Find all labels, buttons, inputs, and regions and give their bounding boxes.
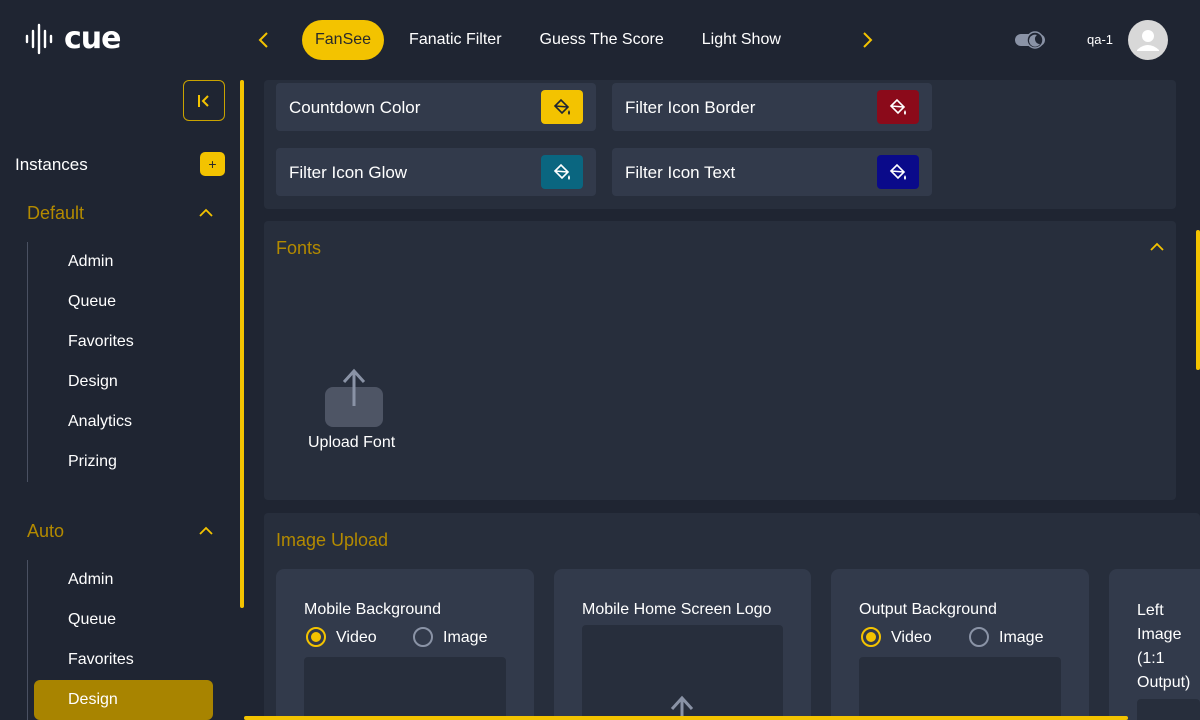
instances-label: Instances — [15, 155, 88, 174]
color-label: Filter Icon Border — [625, 98, 756, 117]
logo-text: cue — [64, 21, 121, 56]
sidebar: Instances + Default Admin Queue Favorite… — [0, 80, 240, 720]
color-label: Countdown Color — [289, 98, 421, 117]
collapse-sidebar-button[interactable] — [183, 80, 225, 121]
upload-dropzone[interactable] — [304, 657, 506, 720]
radio-label-video: Video — [336, 629, 377, 646]
color-label: Filter Icon Glow — [289, 163, 408, 182]
sidebar-item-admin[interactable]: Admin — [68, 253, 113, 271]
radio-image[interactable] — [413, 627, 433, 647]
tab-guess-the-score[interactable]: Guess The Score — [527, 20, 677, 60]
main-vertical-scrollbar[interactable] — [1196, 230, 1200, 370]
sidebar-item-prizing[interactable]: Prizing — [68, 453, 117, 471]
soundwave-icon — [25, 23, 53, 55]
radio-label-image: Image — [999, 629, 1044, 646]
color-picker-button[interactable] — [877, 90, 919, 124]
sidebar-item-favorites[interactable]: Favorites — [68, 333, 134, 351]
fonts-section-title: Fonts — [276, 238, 322, 258]
color-row-filter-icon-glow: Filter Icon Glow — [276, 148, 596, 196]
radio-label-video: Video — [891, 629, 932, 646]
upload-card-left-image: Left Image (1:1 Output) — [1109, 569, 1200, 720]
tab-light-show[interactable]: Light Show — [689, 20, 794, 60]
chevron-left-icon[interactable] — [252, 28, 276, 52]
sidebar-item-admin[interactable]: Admin — [68, 571, 113, 589]
chevron-right-icon[interactable] — [855, 28, 879, 52]
sidebar-item-queue[interactable]: Queue — [68, 611, 116, 629]
paint-bucket-icon — [553, 98, 570, 115]
group-divider — [27, 242, 28, 482]
color-row-filter-icon-text: Filter Icon Text — [612, 148, 932, 196]
sidebar-item-design[interactable]: Design — [68, 373, 118, 391]
radio-video[interactable] — [861, 627, 881, 647]
radio-image[interactable] — [969, 627, 989, 647]
sidebar-item-favorites[interactable]: Favorites — [68, 651, 134, 669]
fonts-panel — [264, 221, 1176, 500]
color-picker-button[interactable] — [877, 155, 919, 189]
colors-panel: Countdown Color Filter Icon Border Filte… — [264, 80, 1176, 209]
image-upload-section-title: Image Upload — [276, 530, 389, 550]
avatar[interactable] — [1128, 20, 1168, 60]
card-title: Mobile Background — [304, 601, 441, 618]
group-title-auto[interactable]: Auto — [27, 521, 64, 542]
radio-label-image: Image — [443, 629, 488, 646]
upload-card-output-background: Output Background Video Image — [831, 569, 1089, 720]
upload-card-mobile-background: Mobile Background Video Image — [276, 569, 534, 720]
upload-arrow-icon — [342, 368, 366, 406]
tab-fanatic-filter[interactable]: Fanatic Filter — [396, 20, 514, 60]
sidebar-scrollbar[interactable] — [240, 80, 244, 608]
sidebar-item-analytics[interactable]: Analytics — [68, 413, 132, 431]
card-title: Mobile Home Screen Logo — [582, 601, 772, 618]
add-instance-button[interactable]: + — [200, 152, 225, 176]
upload-dropzone[interactable] — [859, 657, 1061, 720]
logo[interactable]: cue — [24, 22, 121, 56]
color-picker-button[interactable] — [541, 155, 583, 189]
tab-bar: FanSee Fanatic Filter Guess The Score Li… — [302, 20, 806, 60]
chevron-up-icon[interactable] — [198, 205, 214, 221]
card-title-line: Output) — [1137, 674, 1191, 691]
sidebar-item-design-active[interactable] — [34, 680, 213, 720]
card-title-line: Image — [1137, 626, 1182, 643]
paint-bucket-icon — [889, 98, 906, 115]
color-label: Filter Icon Text — [625, 163, 736, 182]
user-name[interactable]: qa-1 — [1087, 32, 1113, 47]
user-icon — [1137, 30, 1159, 51]
tab-fansee[interactable]: FanSee — [302, 20, 385, 60]
color-row-countdown: Countdown Color — [276, 83, 596, 131]
main-horizontal-scrollbar[interactable] — [244, 716, 1128, 720]
card-title: Left Image (1:1 Output) — [1137, 599, 1190, 695]
paint-bucket-icon — [553, 163, 570, 180]
theme-toggle[interactable] — [1014, 30, 1046, 50]
card-title-line: (1:1 — [1137, 650, 1165, 667]
chevron-up-icon[interactable] — [1149, 239, 1165, 255]
radio-video[interactable] — [306, 627, 326, 647]
card-title: Output Background — [859, 601, 997, 618]
card-title-line: Left — [1137, 602, 1164, 619]
top-bar: cue FanSee Fanatic Filter Guess The Scor… — [0, 0, 1200, 80]
collapse-left-icon — [198, 94, 209, 107]
upload-card-mobile-home-screen-logo: Mobile Home Screen Logo — [554, 569, 811, 720]
paint-bucket-icon — [889, 163, 906, 180]
sidebar-item-queue[interactable]: Queue — [68, 293, 116, 311]
upload-dropzone[interactable] — [1137, 699, 1200, 720]
chevron-up-icon[interactable] — [198, 523, 214, 539]
group-title-default[interactable]: Default — [27, 203, 84, 224]
color-row-filter-icon-border: Filter Icon Border — [612, 83, 932, 131]
upload-font-label: Upload Font — [308, 434, 396, 451]
color-picker-button[interactable] — [541, 90, 583, 124]
group-divider — [27, 560, 28, 720]
sidebar-item-design[interactable]: Design — [68, 691, 118, 709]
